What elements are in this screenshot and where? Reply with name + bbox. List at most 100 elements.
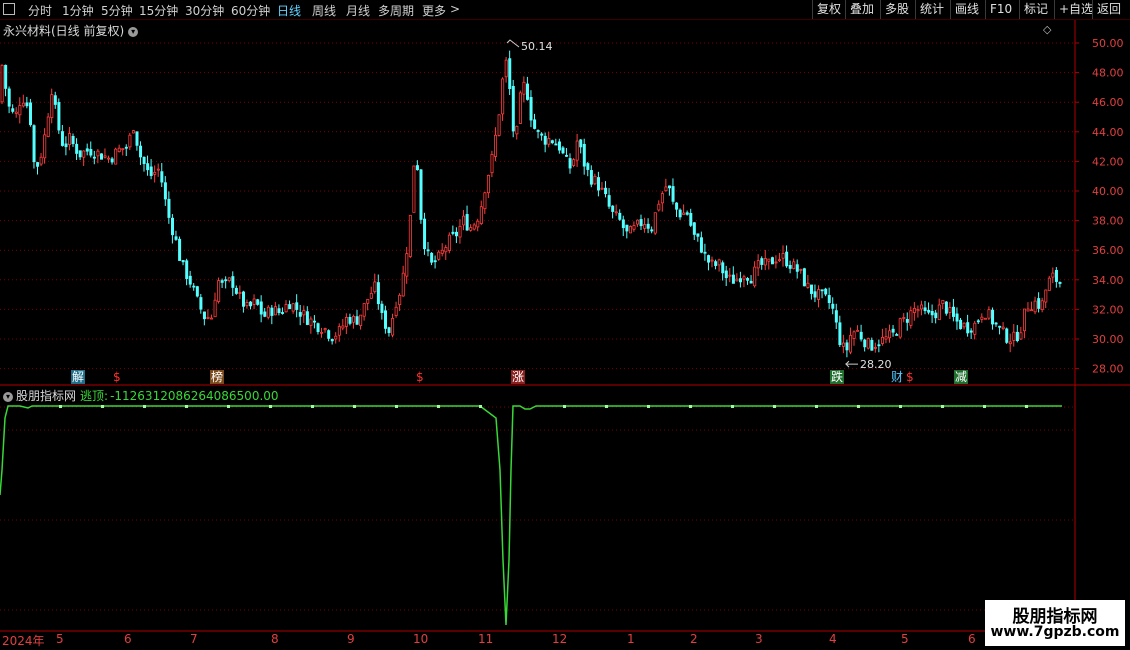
candle-body xyxy=(689,212,693,226)
candle-body xyxy=(426,249,430,252)
event-marker: 涨 xyxy=(512,369,524,384)
candle-body xyxy=(859,331,863,340)
candle-body xyxy=(820,289,824,292)
candle-body xyxy=(849,335,853,353)
event-marker: 减 xyxy=(955,370,967,384)
candle-body xyxy=(742,276,746,280)
candle-body xyxy=(572,159,576,166)
candle-body xyxy=(778,259,782,261)
candle-body xyxy=(369,293,373,299)
candle-body xyxy=(501,78,505,115)
candle-body xyxy=(813,291,817,298)
watermark-url: www.7gpzb.com xyxy=(990,624,1120,640)
candle-body xyxy=(295,302,299,310)
candle-body xyxy=(728,274,732,277)
candle-body xyxy=(806,282,810,288)
candle-body xyxy=(195,286,199,297)
indicator-header: ▾ 股朋指标网 逃顶: -1126312086264086500.00 xyxy=(3,387,279,404)
candle-body xyxy=(305,311,309,325)
candle-body xyxy=(479,206,483,224)
indicator-dot xyxy=(59,405,62,408)
candle-body xyxy=(1008,341,1012,345)
candle-body xyxy=(444,247,448,253)
candle-body xyxy=(245,302,249,307)
candle-body xyxy=(117,147,121,153)
candle-body xyxy=(753,266,757,287)
candle-body xyxy=(224,279,228,282)
candle-body xyxy=(85,148,89,152)
candle-body xyxy=(57,102,61,131)
candle-body xyxy=(767,258,771,262)
candle-body xyxy=(550,140,554,144)
event-marker: $ xyxy=(906,370,914,384)
candle-body xyxy=(699,237,703,253)
candle-body xyxy=(359,314,363,326)
price-tick-label: 36.00 xyxy=(1092,244,1124,257)
candle-body xyxy=(437,251,441,260)
candle-body xyxy=(199,297,203,310)
event-marker: 跌 xyxy=(831,369,843,384)
candle-body xyxy=(621,219,625,229)
candle-body xyxy=(238,292,242,294)
candle-body xyxy=(944,301,948,314)
candle-body xyxy=(579,139,583,148)
price-tick-label: 40.00 xyxy=(1092,185,1124,198)
candle-body xyxy=(529,96,533,121)
candle-body xyxy=(895,334,899,336)
candle-body xyxy=(217,280,221,302)
candle-body xyxy=(309,318,313,326)
candle-body xyxy=(668,185,672,189)
candle-body xyxy=(266,306,270,318)
candle-body xyxy=(1058,282,1062,284)
candle-body xyxy=(547,138,551,145)
indicator-dot xyxy=(185,405,188,408)
candle-body xyxy=(483,192,487,210)
candle-body xyxy=(454,231,458,237)
candle-body xyxy=(792,261,796,270)
candle-body xyxy=(714,261,718,266)
candle-body xyxy=(497,114,501,136)
candles xyxy=(0,50,1062,358)
candle-body xyxy=(490,154,494,174)
candle-body xyxy=(1005,328,1009,343)
price-tick-label: 30.00 xyxy=(1092,333,1124,346)
candle-body xyxy=(966,322,970,334)
candle-body xyxy=(440,249,444,254)
candle-body xyxy=(817,289,821,300)
candle-body xyxy=(0,64,4,103)
chevron-down-icon[interactable]: ▾ xyxy=(3,391,13,402)
candle-body xyxy=(611,205,615,212)
candle-body xyxy=(188,275,192,285)
indicator-dot xyxy=(437,405,440,408)
candle-body xyxy=(270,307,274,316)
candle-body xyxy=(231,276,235,288)
candle-body xyxy=(32,125,36,163)
low-pointer xyxy=(844,360,858,368)
candle-body xyxy=(256,299,260,305)
candle-body xyxy=(1001,326,1005,329)
candlestick-chart[interactable]: 50.00 48.00 46.00 44.00 42.00 40.00 38.00 36.00… xyxy=(0,0,1130,650)
candle-body xyxy=(320,331,324,334)
candle-body xyxy=(234,287,238,294)
candle-body xyxy=(582,143,586,167)
indicator-dot xyxy=(479,405,482,408)
indicator-line xyxy=(0,405,1062,626)
x-tick: 2 xyxy=(690,632,698,646)
candle-body xyxy=(948,307,952,313)
candle-body xyxy=(1037,298,1041,309)
candle-body xyxy=(873,346,877,349)
candle-body xyxy=(277,308,281,314)
x-tick: 11 xyxy=(478,632,494,646)
candle-body xyxy=(220,280,224,283)
candle-body xyxy=(604,187,608,195)
candle-body xyxy=(1051,272,1055,278)
candle-body xyxy=(227,277,231,281)
price-tick-label: 32.00 xyxy=(1092,303,1124,316)
candle-body xyxy=(39,156,43,165)
candle-body xyxy=(135,131,139,146)
event-marker: 财 xyxy=(891,370,903,384)
candle-body xyxy=(770,257,774,265)
candle-body xyxy=(405,253,409,277)
x-tick: 5 xyxy=(56,632,64,646)
indicator-name: 股朋指标网 xyxy=(16,389,77,403)
